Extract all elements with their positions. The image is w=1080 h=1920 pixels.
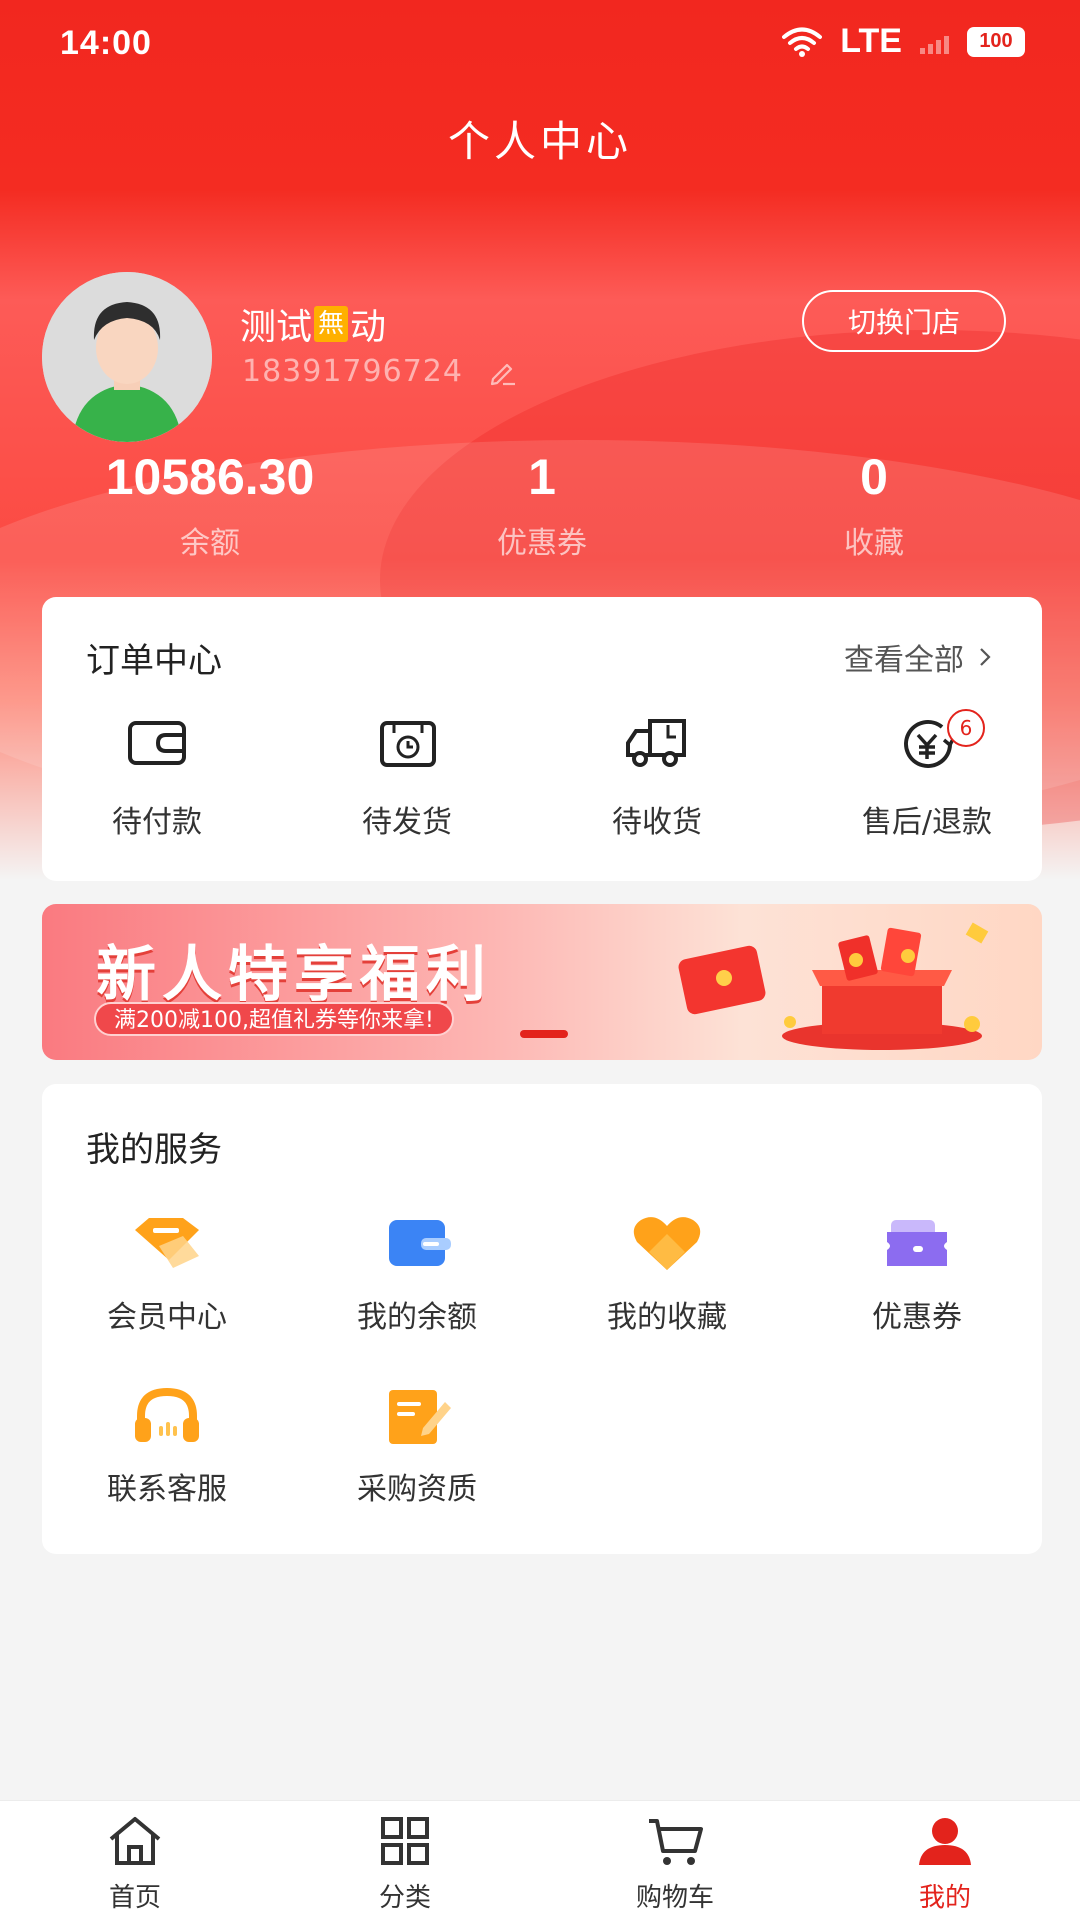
status-time: 14:00 xyxy=(60,24,152,62)
service-customer-support[interactable]: 联系客服 xyxy=(42,1384,292,1508)
grid-icon xyxy=(381,1817,429,1865)
wallet-icon xyxy=(128,721,186,765)
order-pending-shipment[interactable]: 待发货 xyxy=(282,715,532,841)
avatar-illustration xyxy=(42,272,212,442)
cart-icon xyxy=(649,1819,703,1865)
service-purchase-qualification[interactable]: 采购资质 xyxy=(292,1384,542,1508)
service-my-balance[interactable]: 我的余额 xyxy=(292,1212,542,1336)
tab-home[interactable]: 首页 xyxy=(0,1815,270,1914)
avatar[interactable] xyxy=(42,272,212,442)
switch-store-button[interactable]: 切换门店 xyxy=(802,290,1006,352)
headset-icon xyxy=(135,1387,199,1442)
signal-icon xyxy=(920,30,949,54)
order-pending-receipt[interactable]: 待收货 xyxy=(532,715,782,841)
edit-icon[interactable] xyxy=(487,357,517,387)
page-title: 个人中心 xyxy=(447,117,632,166)
services-title: 我的服务 xyxy=(86,1130,222,1170)
network-type: LTE xyxy=(840,22,902,60)
banner-title: 新人特享福利 xyxy=(96,940,492,1010)
chevron-right-icon xyxy=(980,648,991,666)
tab-cart[interactable]: 购物车 xyxy=(540,1815,810,1914)
home-icon xyxy=(109,1817,161,1865)
stat-favorites[interactable]: 0 收藏 xyxy=(724,448,1024,562)
battery-icon: 100 xyxy=(967,26,1025,57)
order-center-title: 订单中心 xyxy=(86,641,222,681)
wifi-icon xyxy=(782,27,823,57)
banner-indicator xyxy=(520,1030,568,1038)
member-card-icon xyxy=(135,1218,199,1268)
truck-icon xyxy=(626,719,686,767)
stat-balance[interactable]: 10586.30 余额 xyxy=(60,448,360,562)
coupon-icon xyxy=(887,1220,947,1266)
order-pending-payment[interactable]: 待付款 xyxy=(32,715,282,841)
name-badge: 無 xyxy=(314,306,349,342)
stat-coupons[interactable]: 1 优惠券 xyxy=(392,448,692,562)
balance-wallet-icon xyxy=(389,1220,451,1266)
document-icon xyxy=(389,1390,451,1444)
services-card: 我的服务 会员中心 我的余额 我的收藏 优惠券 联系客服 采购资质 xyxy=(42,1084,1042,1554)
package-clock-icon xyxy=(380,721,436,767)
order-center-card: 订单中心 查看全部 待付款 待发货 待收货 售后/退款 6 xyxy=(42,597,1042,881)
promo-banner[interactable]: 新人特享福利 满200减100,超值礼券等你来拿! xyxy=(42,904,1042,1060)
service-coupons[interactable]: 优惠券 xyxy=(792,1212,1042,1336)
gift-box-illustration xyxy=(678,922,989,1050)
status-bar: 14:00 LTE 100 xyxy=(0,0,1080,95)
user-icon xyxy=(919,1818,971,1865)
order-after-sales[interactable]: 售后/退款 xyxy=(802,715,1052,841)
service-my-favorites[interactable]: 我的收藏 xyxy=(542,1212,792,1336)
bottom-tab-bar: 首页 分类 购物车 我的 xyxy=(0,1800,1080,1920)
tab-category[interactable]: 分类 xyxy=(270,1815,540,1914)
banner-subtitle: 满200减100,超值礼券等你来拿! xyxy=(94,1002,454,1036)
tab-mine[interactable]: 我的 xyxy=(810,1815,1080,1914)
user-phone: 18391796724 xyxy=(242,354,517,389)
view-all-orders-link[interactable]: 查看全部 xyxy=(844,635,996,679)
user-name: 测试無动 xyxy=(240,306,387,348)
service-member-center[interactable]: 会员中心 xyxy=(42,1212,292,1336)
heart-icon xyxy=(633,1217,701,1270)
after-sales-badge: 6 xyxy=(947,709,985,747)
